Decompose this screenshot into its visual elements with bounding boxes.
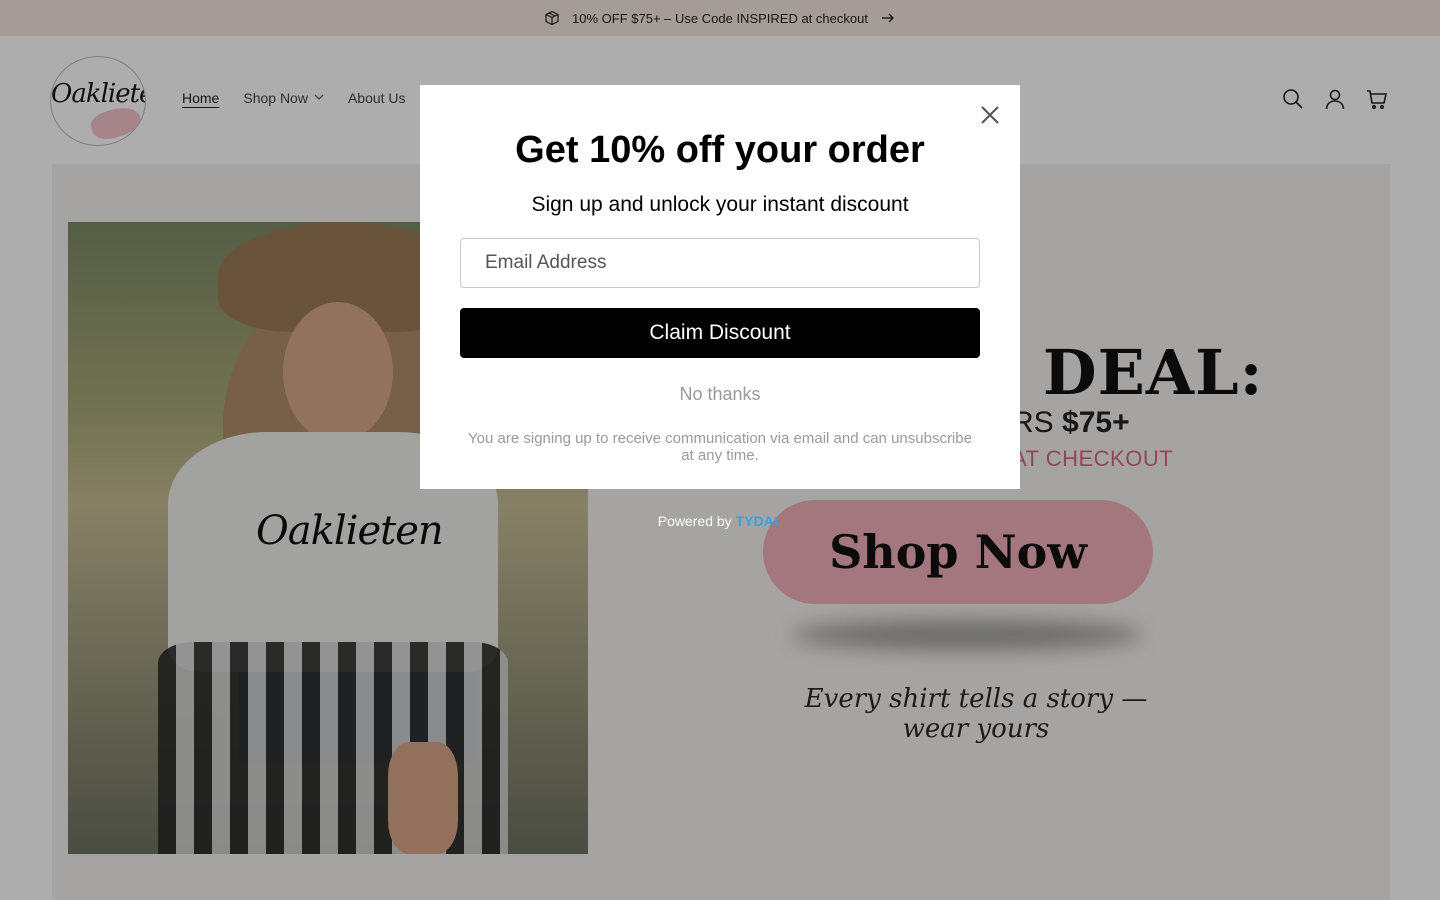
claim-discount-button[interactable]: Claim Discount [460, 308, 980, 358]
popup-disclaimer: You are signing up to receive communicat… [468, 430, 972, 464]
popup-title: Get 10% off your order [515, 129, 925, 171]
close-icon[interactable] [978, 103, 1002, 127]
tydal-link[interactable]: TYDAL [736, 513, 783, 529]
powered-by: Powered by TYDAL [0, 513, 1440, 529]
popup-subtitle: Sign up and unlock your instant discount [531, 193, 909, 216]
powered-by-prefix: Powered by [657, 513, 736, 529]
email-field[interactable] [460, 238, 980, 288]
no-thanks-link[interactable]: No thanks [420, 384, 1020, 405]
discount-popup: Get 10% off your order Sign up and unloc… [420, 85, 1020, 489]
